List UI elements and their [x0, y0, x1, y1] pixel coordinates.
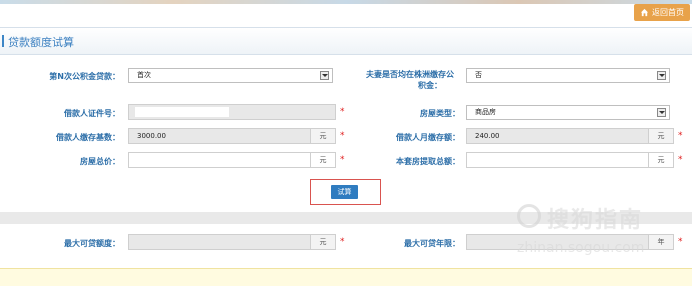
deposit-base-value: 3000.00 — [137, 132, 166, 140]
couple-deposit-select[interactable]: 否 — [466, 68, 670, 83]
unit-label: 元 — [310, 153, 335, 167]
home-icon — [640, 8, 649, 17]
chevron-down-icon — [657, 108, 666, 117]
max-years-label: 最大可贷年限： — [404, 239, 460, 248]
watermark-text: 搜狗指南 — [547, 208, 644, 233]
borrower-id-label: 借款人证件号： — [64, 109, 120, 118]
withdraw-total-label: 本套房提取总额： — [396, 157, 460, 166]
monthly-deposit-label: 借款人月缴存额： — [396, 133, 460, 142]
unit-label: 元 — [310, 235, 335, 249]
nth-loan-label: 第N次公积金贷款： — [49, 72, 120, 81]
house-price-field[interactable]: 元 — [128, 152, 336, 168]
borrower-id-field[interactable] — [128, 104, 336, 120]
header-banner-strip — [0, 0, 692, 4]
redacted-id-block — [135, 107, 229, 117]
house-type-label: 房屋类型： — [420, 109, 460, 118]
watermark-url: zhinan.sogou.com — [517, 240, 645, 256]
deposit-base-label: 借款人缴存基数： — [56, 133, 120, 142]
required-mark: * — [340, 155, 345, 165]
nth-loan-select[interactable]: 首次 — [128, 68, 333, 83]
couple-deposit-value: 否 — [475, 71, 482, 79]
sogou-watermark: 搜狗指南 zhinan.sogou.com — [517, 196, 689, 256]
house-type-select[interactable]: 商品房 — [466, 105, 670, 120]
unit-label: 元 — [648, 153, 673, 167]
chevron-down-icon — [320, 71, 329, 80]
couple-deposit-label: 夫妻是否均在株洲缴存公 积金： — [366, 70, 454, 90]
footer-notice-strip — [0, 268, 692, 286]
return-home-button[interactable]: 返回首页 — [634, 4, 690, 21]
max-amount-field[interactable]: 元 — [128, 234, 336, 250]
chevron-down-icon — [657, 71, 666, 80]
deposit-base-field[interactable]: 3000.00 元 — [128, 128, 336, 144]
return-home-label: 返回首页 — [652, 8, 684, 17]
max-amount-label: 最大可贷额度： — [64, 239, 120, 248]
monthly-deposit-field[interactable]: 240.00 元 — [466, 128, 674, 144]
calculate-button[interactable]: 试算 — [331, 185, 358, 199]
house-price-label: 房屋总价： — [80, 157, 120, 166]
page-title: 贷款额度试算 — [8, 36, 74, 49]
required-mark: * — [678, 155, 683, 165]
required-mark: * — [340, 131, 345, 141]
nth-loan-value: 首次 — [137, 71, 151, 79]
house-type-value: 商品房 — [475, 108, 496, 116]
withdraw-total-field[interactable]: 元 — [466, 152, 674, 168]
monthly-deposit-value: 240.00 — [475, 132, 500, 140]
required-mark: * — [340, 237, 345, 247]
sogou-logo-icon — [517, 204, 541, 228]
required-mark: * — [340, 107, 345, 117]
required-mark: * — [678, 131, 683, 141]
unit-label: 元 — [310, 129, 335, 143]
title-accent-bar — [2, 35, 4, 47]
unit-label: 元 — [648, 129, 673, 143]
panel-header: 贷款额度试算 — [0, 27, 692, 55]
